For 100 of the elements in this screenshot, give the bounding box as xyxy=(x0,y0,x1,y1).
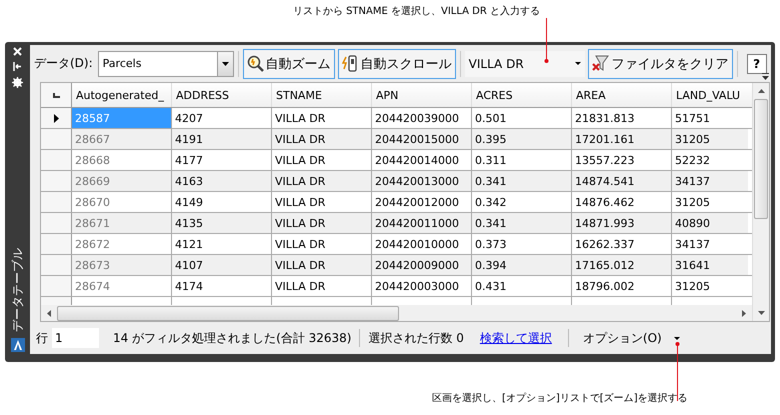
table-cell: 13557.223 xyxy=(572,150,672,170)
leader-line xyxy=(675,341,680,401)
row-header[interactable] xyxy=(41,108,72,128)
table-cell: 14871.993 xyxy=(572,213,672,233)
table-cell: 204420013000 xyxy=(372,171,472,191)
row-label: 行 xyxy=(36,330,48,346)
column-header[interactable]: Autogenerated_ xyxy=(72,83,172,107)
table-cell: 0.431 xyxy=(472,276,572,296)
dock-icon[interactable] xyxy=(13,62,22,71)
help-button[interactable]: ? xyxy=(746,54,767,74)
funnel-icon xyxy=(592,55,610,72)
column-header[interactable]: AREA xyxy=(572,83,672,107)
caret-icon xyxy=(222,62,229,66)
table-cell: 204420015000 xyxy=(372,129,472,149)
column-header[interactable]: ADDRESS xyxy=(172,83,272,107)
caret-icon[interactable] xyxy=(674,336,680,340)
table-cell: VILLA DR xyxy=(272,171,372,191)
table-cell-text: 31205 xyxy=(674,278,711,294)
scroll-left-icon[interactable] xyxy=(47,310,51,317)
options-dropdown[interactable]: オプション(O) xyxy=(582,330,662,346)
table-cell: 34137 xyxy=(672,171,748,191)
table-cell: 28667 xyxy=(72,129,172,149)
table-cell-text: 51751 xyxy=(674,110,711,126)
filter-value-dropdown[interactable]: VILLA DR xyxy=(464,50,585,76)
table-cell: VILLA DR xyxy=(272,150,372,170)
callout-text: 区画を選択し、[オプション]リストで[ズーム]を選択する xyxy=(432,392,688,405)
table-cell: 0.501 xyxy=(472,108,572,128)
table-cell: 28674 xyxy=(72,276,172,296)
table-cell: 17201.161 xyxy=(572,129,672,149)
table-cell: 4163 xyxy=(172,171,272,191)
vertical-scrollbar[interactable] xyxy=(752,83,769,321)
table-cell: 4135 xyxy=(172,213,272,233)
table-cell: 28671 xyxy=(72,213,172,233)
table-cell: 4107 xyxy=(172,255,272,275)
table-cell: 0.394 xyxy=(472,255,572,275)
table-cell: VILLA DR xyxy=(272,129,372,149)
table-cell: 204420010000 xyxy=(372,234,472,254)
table-cell: 204420009000 xyxy=(372,255,472,275)
table-cell: 40890 xyxy=(672,213,748,233)
table-cell: VILLA DR xyxy=(272,234,372,254)
table-cell: 204420011000 xyxy=(372,213,472,233)
table-cell: 204420003000 xyxy=(372,276,472,296)
callout-text: リストから STNAME を選択し、VILLA DR と入力する xyxy=(292,4,540,19)
row-header-icon xyxy=(52,92,60,98)
panel-title: データテーブル xyxy=(9,248,25,332)
table-cell: 204420014000 xyxy=(372,150,472,170)
close-icon[interactable] xyxy=(13,47,22,56)
table-cell: 31205 xyxy=(672,129,748,149)
row-number-field[interactable]: 1 xyxy=(52,328,99,348)
clear-filter-button[interactable]: ファイルタをクリア xyxy=(588,48,733,78)
table-cell-text: 52232 xyxy=(674,152,711,168)
table-cell: VILLA DR xyxy=(272,276,372,296)
table-cell: 4121 xyxy=(172,234,272,254)
table-cell: 0.342 xyxy=(472,192,572,212)
table-cell: 28672 xyxy=(72,234,172,254)
table-cell: 28587 xyxy=(72,108,172,128)
overflow-icon[interactable] xyxy=(762,73,769,80)
table-cell: 0.341 xyxy=(472,171,572,191)
filter-status-text: 14 がフィルタ処理されました(合計 32638) xyxy=(113,330,352,346)
auto-scroll-button[interactable]: 自動スクロール xyxy=(338,48,456,78)
settings-icon[interactable] xyxy=(12,77,23,88)
table-cell: VILLA DR xyxy=(272,108,372,128)
table-cell: 14876.462 xyxy=(572,192,672,212)
table-cell: 204420039000 xyxy=(372,108,472,128)
table-cell: VILLA DR xyxy=(272,213,372,233)
table-cell: 18796.002 xyxy=(572,276,672,296)
scroll-up-icon[interactable] xyxy=(758,89,764,93)
table-cell: 4207 xyxy=(172,108,272,128)
column-header[interactable]: ACRES xyxy=(472,83,572,107)
scroll-down-icon[interactable] xyxy=(758,311,764,315)
auto-zoom-button[interactable]: 自動ズーム xyxy=(242,48,335,78)
table-cell: 28670 xyxy=(72,192,172,212)
app-logo-icon xyxy=(10,338,24,352)
table-cell: 204420012000 xyxy=(372,192,472,212)
leader-line xyxy=(544,18,549,64)
table-cell: 4177 xyxy=(172,150,272,170)
table-cell: 31641 xyxy=(672,255,748,275)
table-cell: 17165.012 xyxy=(572,255,672,275)
column-header[interactable]: STNAME xyxy=(272,83,372,107)
horizontal-scrollbar[interactable] xyxy=(41,305,752,321)
table-cell: 0.373 xyxy=(472,234,572,254)
scroll-right-icon[interactable] xyxy=(742,310,746,317)
magnifier-icon xyxy=(246,55,264,72)
selected-count-text: 選択された行数 0 xyxy=(368,330,464,346)
table-cell: 0.311 xyxy=(472,150,572,170)
table-cell: 4149 xyxy=(172,192,272,212)
column-header[interactable]: APN xyxy=(372,83,472,107)
table-cell: 16262.337 xyxy=(572,234,672,254)
table-cell: 21831.813 xyxy=(572,108,672,128)
scroll-icon xyxy=(342,55,359,72)
table-cell: 0.341 xyxy=(472,213,572,233)
table-cell: 4174 xyxy=(172,276,272,296)
data-source-dropdown[interactable]: Parcels xyxy=(98,50,234,76)
column-header[interactable]: LAND_VALU xyxy=(672,83,748,107)
select-by-search-link[interactable]: 検索して選択 xyxy=(480,330,552,346)
table-cell-text: 31205 xyxy=(674,194,711,210)
table-cell: 28668 xyxy=(72,150,172,170)
table-cell: 28669 xyxy=(72,171,172,191)
current-row-icon xyxy=(54,114,58,122)
table-cell: 14874.541 xyxy=(572,171,672,191)
